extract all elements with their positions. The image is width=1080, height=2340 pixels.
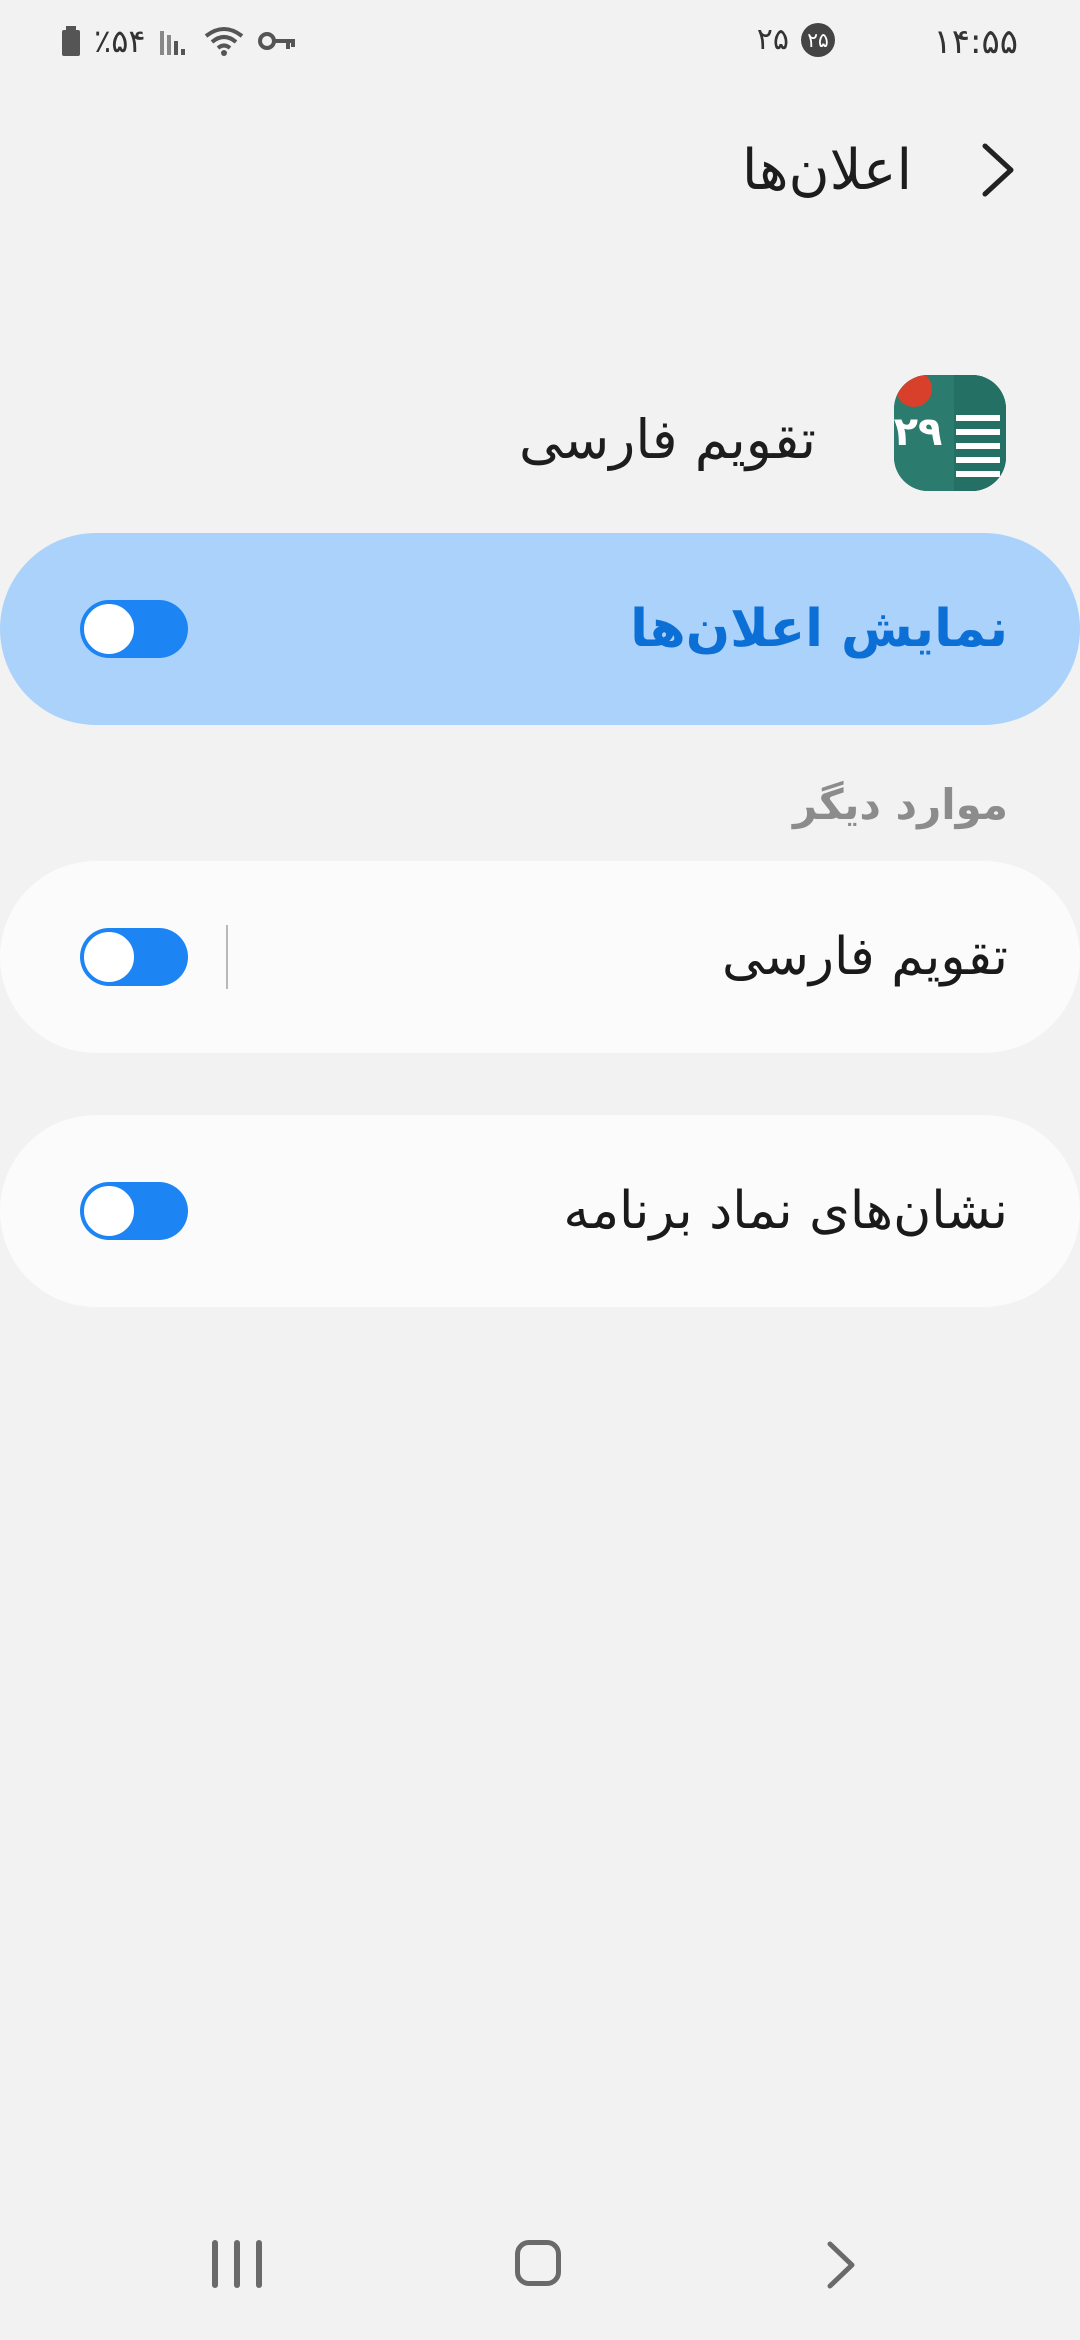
calendar-icon: ۲۹ xyxy=(894,375,1006,491)
show-notifications-row[interactable]: نمایش اعلان‌ها xyxy=(0,533,1080,725)
home-button[interactable] xyxy=(515,2240,561,2286)
date-number: ۲۵ xyxy=(756,22,789,57)
chevron-right-icon xyxy=(982,143,1014,197)
category-row-calendar[interactable]: تقویم فارسی xyxy=(0,861,1080,1053)
notification-badge: ۲۵ xyxy=(801,22,835,57)
nav-back-icon xyxy=(827,2241,855,2289)
recents-bar xyxy=(234,2240,240,2288)
app-icon-number: ۲۹ xyxy=(894,409,942,455)
app-icon-badges-toggle[interactable] xyxy=(80,1182,188,1240)
battery-percent: ٪۵۴ xyxy=(94,22,146,60)
status-icons-left: ٪۵۴ xyxy=(62,22,296,60)
recents-bar xyxy=(212,2240,218,2288)
app-icon: ۲۹ xyxy=(894,375,1006,491)
page-title: اعلان‌ها xyxy=(741,138,912,203)
vpn-key-icon xyxy=(257,32,295,50)
status-time: ۱۴:۵۵ xyxy=(933,22,1018,62)
divider xyxy=(226,925,228,989)
toggle-knob xyxy=(82,930,136,984)
app-icon-badges-label: نشان‌های نماد برنامه xyxy=(563,1181,1008,1241)
show-notifications-label: نمایش اعلان‌ها xyxy=(630,599,1008,659)
status-notifications: ۲۵ ۲۵ xyxy=(757,22,835,57)
category-calendar-label: تقویم فارسی xyxy=(722,927,1008,987)
wifi-icon xyxy=(204,27,243,56)
nav-back-button[interactable] xyxy=(822,2238,862,2292)
back-button[interactable] xyxy=(968,140,1028,200)
toggle-knob xyxy=(82,602,136,656)
section-title: موارد دیگر xyxy=(793,780,1008,829)
recents-button[interactable] xyxy=(212,2240,262,2290)
battery-icon xyxy=(62,26,80,56)
recents-bar xyxy=(256,2240,262,2288)
signal-icon xyxy=(159,31,185,55)
app-name: تقویم فارسی xyxy=(519,408,816,471)
show-notifications-toggle[interactable] xyxy=(80,600,188,658)
app-icon-badges-row[interactable]: نشان‌های نماد برنامه xyxy=(0,1115,1080,1307)
category-calendar-toggle[interactable] xyxy=(80,928,188,986)
toggle-knob xyxy=(82,1184,136,1238)
